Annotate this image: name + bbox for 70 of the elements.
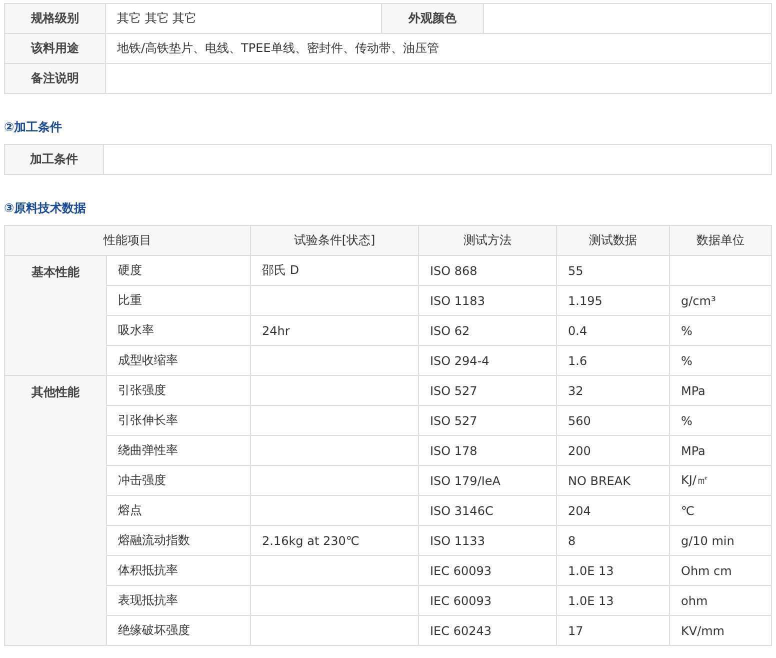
table-cell: 冲击强度 <box>106 466 250 496</box>
table-cell: 熔点 <box>106 496 250 526</box>
table-cell: ISO 1183 <box>418 286 556 316</box>
column-header: 数据单位 <box>670 226 772 256</box>
column-header: 性能项目 <box>4 226 250 256</box>
table-cell: 17 <box>556 616 670 646</box>
table-cell: 引张强度 <box>106 376 250 406</box>
table-cell: ISO 294-4 <box>418 346 556 376</box>
table-cell: g/cm³ <box>670 286 772 316</box>
table-cell: 引张伸长率 <box>106 406 250 436</box>
table-cell: ISO 178 <box>418 436 556 466</box>
table-cell: 55 <box>556 256 670 286</box>
table-cell: ISO 179/IeA <box>418 466 556 496</box>
table-cell: ISO 3146C <box>418 496 556 526</box>
table-cell: 2.16kg at 230℃ <box>250 526 418 556</box>
table-cell: 1.0E 13 <box>556 586 670 616</box>
table-cell: IEC 60093 <box>418 556 556 586</box>
table-cell: 吸水率 <box>106 316 250 346</box>
table-cell: 0.4 <box>556 316 670 346</box>
table-cell: % <box>670 346 772 376</box>
table-cell: 204 <box>556 496 670 526</box>
table-cell: 邵氏 D <box>250 256 418 286</box>
table-cell: MPa <box>670 376 772 406</box>
table-cell: 1.0E 13 <box>556 556 670 586</box>
table-cell: IEC 60243 <box>418 616 556 646</box>
field-value: 其它 其它 其它 <box>106 4 382 34</box>
table-cell: 200 <box>556 436 670 466</box>
table-cell: 比重 <box>106 286 250 316</box>
table-cell: g/10 min <box>670 526 772 556</box>
table-cell: ISO 1133 <box>418 526 556 556</box>
table-cell: ℃ <box>670 496 772 526</box>
table-cell: IEC 60093 <box>418 586 556 616</box>
table-cell: Ohm cm <box>670 556 772 586</box>
table-cell: KV/mm <box>670 616 772 646</box>
field-label: 规格级别 <box>4 4 106 34</box>
table-cell: 1.6 <box>556 346 670 376</box>
table-cell: 24hr <box>250 316 418 346</box>
table-cell: 1.195 <box>556 286 670 316</box>
table-cell: MPa <box>670 436 772 466</box>
table-cell: 绝缘破坏强度 <box>106 616 250 646</box>
table-cell: KJ/㎡ <box>670 466 772 496</box>
table-cell: ISO 868 <box>418 256 556 286</box>
table-cell: ohm <box>670 586 772 616</box>
field-label: 加工条件 <box>4 144 104 174</box>
field-label: 备注说明 <box>4 64 106 94</box>
table-cell: ISO 62 <box>418 316 556 346</box>
table-cell: NO BREAK <box>556 466 670 496</box>
field-label: 该料用途 <box>4 34 106 64</box>
table-cell: 体积抵抗率 <box>106 556 250 586</box>
column-header: 测试方法 <box>418 226 556 256</box>
table-cell: ISO 527 <box>418 406 556 436</box>
table-cell: 硬度 <box>106 256 250 286</box>
section-heading: ③原料技术数据 <box>4 200 88 217</box>
table-cell: 32 <box>556 376 670 406</box>
table-cell: 绕曲弹性率 <box>106 436 250 466</box>
group-label: 基本性能 <box>4 256 106 376</box>
section-heading: ②加工条件 <box>4 119 64 136</box>
table-cell: 8 <box>556 526 670 556</box>
column-header: 试验条件[状态] <box>250 226 418 256</box>
column-header: 测试数据 <box>556 226 670 256</box>
table-cell: % <box>670 316 772 346</box>
table-cell: 熔融流动指数 <box>106 526 250 556</box>
table-cell: 表现抵抗率 <box>106 586 250 616</box>
table-cell: 成型收缩率 <box>106 346 250 376</box>
table-cell: ISO 527 <box>418 376 556 406</box>
table-cell: % <box>670 406 772 436</box>
group-label: 其他性能 <box>4 376 106 646</box>
table-cell: 560 <box>556 406 670 436</box>
field-value: 地铁/高铁垫片、电线、TPEE单线、密封件、传动带、油压管 <box>106 34 772 64</box>
field-label: 外观颜色 <box>382 4 484 34</box>
